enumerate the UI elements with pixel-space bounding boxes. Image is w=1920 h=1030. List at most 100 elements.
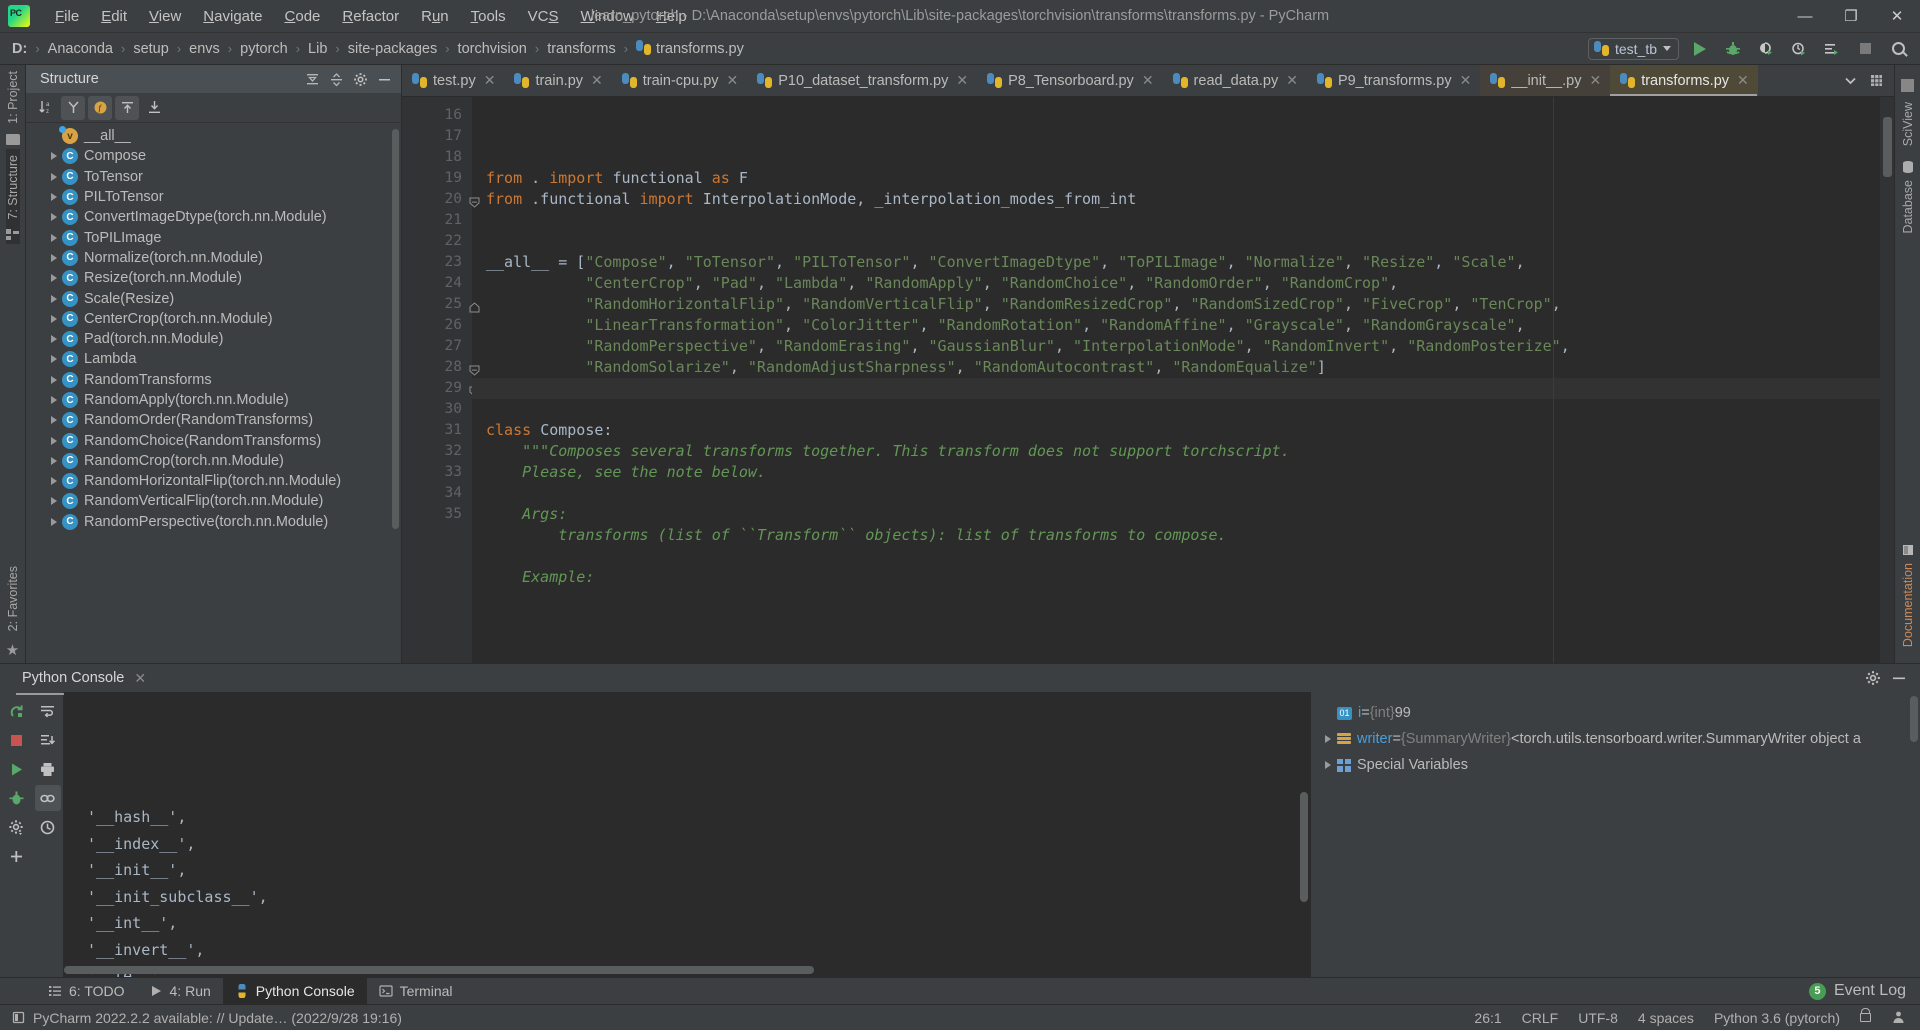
- collapse-all-icon[interactable]: [325, 68, 347, 90]
- expand-all-icon[interactable]: [301, 68, 323, 90]
- status-message[interactable]: PyCharm 2022.2.2 available: // Update… (…: [33, 1010, 402, 1026]
- line-number[interactable]: 28: [402, 357, 480, 378]
- rerun-icon[interactable]: [3, 698, 29, 724]
- code-line[interactable]: [472, 231, 1880, 252]
- gear-icon[interactable]: [1862, 667, 1884, 689]
- notification-icon[interactable]: [12, 1011, 25, 1024]
- line-number[interactable]: 33: [402, 462, 472, 483]
- event-log-area[interactable]: 5 Event Log: [1808, 982, 1920, 1000]
- close-icon[interactable]: ✕: [134, 670, 146, 687]
- close-button[interactable]: ✕: [1874, 0, 1920, 32]
- code-line[interactable]: [472, 483, 1880, 504]
- lock-icon[interactable]: [1860, 1008, 1871, 1022]
- line-number[interactable]: 26: [402, 315, 472, 336]
- line-number[interactable]: 25: [402, 294, 480, 315]
- expand-arrow-icon[interactable]: [46, 233, 62, 242]
- expand-arrow-icon[interactable]: [46, 416, 62, 425]
- tool-window-python-console[interactable]: Python Console: [222, 977, 367, 1005]
- run-configuration-selector[interactable]: test_tb: [1587, 37, 1679, 60]
- close-icon[interactable]: ✕: [1142, 72, 1154, 89]
- close-icon[interactable]: ✕: [1286, 72, 1298, 89]
- structure-item[interactable]: C ConvertImageDtype(torch.nn.Module): [26, 207, 401, 227]
- expand-arrow-icon[interactable]: [46, 477, 62, 486]
- structure-item[interactable]: C RandomOrder(RandomTransforms): [26, 410, 401, 430]
- variable-row[interactable]: 01 i = {int} 99: [1311, 700, 1920, 726]
- close-icon[interactable]: ✕: [956, 72, 968, 89]
- line-number[interactable]: 31: [402, 420, 472, 441]
- menu-refactor[interactable]: Refactor: [331, 4, 410, 29]
- settings-icon[interactable]: [3, 814, 29, 840]
- expand-all-nodes-icon[interactable]: [115, 95, 139, 120]
- editor-tab-read-data-py[interactable]: read_data.py ✕: [1163, 65, 1307, 96]
- code-line[interactable]: class Compose:: [472, 420, 1880, 441]
- editor-scrollbar-area[interactable]: [1880, 97, 1894, 663]
- menu-vcs[interactable]: VCS: [517, 4, 570, 29]
- hide-icon[interactable]: [1888, 667, 1910, 689]
- coverage-button[interactable]: [1754, 37, 1778, 61]
- menu-run[interactable]: Run: [410, 4, 460, 29]
- close-icon[interactable]: ✕: [1460, 72, 1472, 89]
- search-everywhere-icon[interactable]: [1886, 37, 1910, 61]
- execute-icon[interactable]: [3, 756, 29, 782]
- line-number[interactable]: 21: [402, 210, 472, 231]
- scroll-to-end-icon[interactable]: [35, 727, 61, 753]
- line-number[interactable]: 20: [402, 189, 480, 210]
- menu-tools[interactable]: Tools: [460, 4, 517, 29]
- variables-scrollbar[interactable]: [1910, 696, 1918, 742]
- expand-arrow-icon[interactable]: [46, 172, 62, 181]
- line-number[interactable]: 32: [402, 441, 472, 462]
- expand-arrow-icon[interactable]: [46, 152, 62, 161]
- breadcrumb-item-d-[interactable]: D:: [8, 39, 31, 59]
- breadcrumb-item-pytorch[interactable]: pytorch: [236, 39, 292, 59]
- show-variables-icon[interactable]: [34, 785, 61, 811]
- close-icon[interactable]: ✕: [484, 72, 496, 89]
- line-number[interactable]: 19: [402, 168, 472, 189]
- tool-window-todo[interactable]: 6: TODO: [36, 978, 137, 1005]
- line-number[interactable]: 22: [402, 231, 472, 252]
- console-variables-panel[interactable]: 01 i = {int} 99 writer = {SummaryWriter} <…: [1310, 692, 1920, 977]
- menu-navigate[interactable]: Navigate: [192, 4, 273, 29]
- structure-item[interactable]: C Normalize(torch.nn.Module): [26, 248, 401, 268]
- expand-arrow-icon[interactable]: [46, 193, 62, 202]
- breadcrumb-item-anaconda[interactable]: Anaconda: [44, 39, 117, 59]
- expand-arrow-icon[interactable]: [46, 517, 62, 526]
- structure-item[interactable]: C RandomVerticalFlip(torch.nn.Module): [26, 491, 401, 511]
- line-number[interactable]: 23: [402, 252, 472, 273]
- editor-tab-p9-transforms-py[interactable]: P9_transforms.py ✕: [1307, 65, 1480, 96]
- structure-item[interactable]: C Compose: [26, 146, 401, 166]
- code-line[interactable]: [472, 546, 1880, 567]
- console-scrollbar-horizontal[interactable]: [64, 966, 814, 974]
- structure-item[interactable]: C RandomHorizontalFlip(torch.nn.Module): [26, 471, 401, 491]
- bottom-tool-window-bar[interactable]: 6: TODO 4: Run Python Console Terminal 5 Ev…: [0, 977, 1920, 1005]
- structure-item[interactable]: C RandomTransforms: [26, 370, 401, 390]
- file-encoding[interactable]: UTF-8: [1578, 1010, 1618, 1026]
- stop-icon[interactable]: [3, 727, 29, 753]
- expand-arrow-icon[interactable]: [46, 436, 62, 445]
- code-line[interactable]: [472, 210, 1880, 231]
- expand-arrow-icon[interactable]: [46, 314, 62, 323]
- line-number[interactable]: 17: [402, 126, 472, 147]
- run-button[interactable]: [1688, 37, 1712, 61]
- menu-edit[interactable]: Edit: [90, 4, 138, 29]
- expand-arrow-icon[interactable]: [46, 335, 62, 344]
- code-line[interactable]: "RandomSolarize", "RandomAdjustSharpness…: [472, 357, 1880, 378]
- minimize-button[interactable]: —: [1782, 0, 1828, 32]
- breadcrumb-item-transforms[interactable]: transforms: [543, 39, 620, 59]
- structure-scrollbar[interactable]: [392, 129, 399, 529]
- run-with-console-button[interactable]: [1820, 37, 1844, 61]
- sidebar-item-database[interactable]: Database: [1901, 174, 1915, 240]
- inspector-icon[interactable]: [1891, 1010, 1906, 1025]
- menu-view[interactable]: View: [138, 4, 192, 29]
- breadcrumb-item-torchvision[interactable]: torchvision: [454, 39, 531, 59]
- line-number[interactable]: 18: [402, 147, 472, 168]
- hide-icon[interactable]: [373, 68, 395, 90]
- close-icon[interactable]: ✕: [1589, 72, 1601, 89]
- editor-gutter[interactable]: 16 17 18 19 20 21 22 23 24 25 26 27 28 29 30 31 32 33 34 35: [402, 97, 480, 663]
- gear-icon[interactable]: [349, 68, 371, 90]
- sidebar-item-structure[interactable]: 7: Structure: [5, 148, 20, 245]
- editor-tab--init-py[interactable]: __init__.py ✕: [1480, 65, 1611, 96]
- code-line[interactable]: Args:: [472, 504, 1880, 525]
- code-line[interactable]: """Composes several transforms together.…: [472, 441, 1880, 462]
- debug-icon[interactable]: [3, 785, 29, 811]
- expand-arrow-icon[interactable]: [46, 375, 62, 384]
